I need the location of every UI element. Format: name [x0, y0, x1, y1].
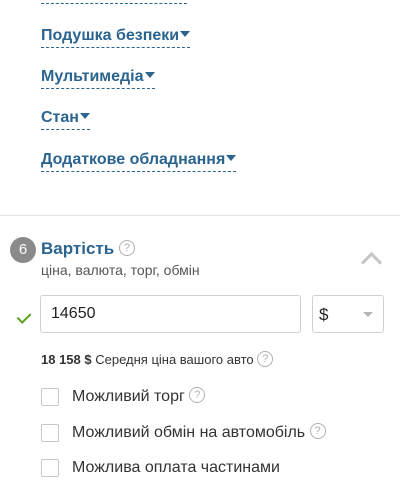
average-price-amount: 18 158 $	[41, 352, 92, 367]
help-icon[interactable]: ?	[189, 386, 206, 403]
average-price: 18 158 $ Середня ціна вашого авто ?	[41, 350, 274, 369]
dropdown-multimedia-label: Мультимедіа	[41, 68, 144, 85]
dropdown-airbags[interactable]: Подушка безпеки	[41, 26, 191, 48]
checkbox[interactable]	[41, 388, 59, 406]
average-price-text: Середня ціна вашого авто	[95, 352, 254, 367]
previous-dropdown-edge	[41, 0, 187, 4]
chevron-up-icon[interactable]	[360, 251, 383, 274]
caret-down-icon	[144, 71, 155, 78]
checkmark-icon	[16, 309, 32, 324]
section-title: Вартість ?	[41, 239, 135, 259]
chevron-down-icon	[363, 312, 373, 317]
currency-value: $	[319, 305, 329, 324]
help-icon[interactable]: ?	[309, 422, 326, 439]
checkbox-label: Можлива оплата частинами	[72, 459, 280, 476]
checkbox-label-text: Можливий обмін на автомобіль	[72, 424, 306, 441]
caret-down-icon	[180, 30, 191, 37]
help-icon[interactable]: ?	[118, 239, 135, 256]
price-input[interactable]	[40, 295, 301, 333]
dropdown-multimedia[interactable]: Мультимедіа	[41, 67, 155, 89]
checkbox[interactable]	[41, 424, 59, 442]
section-divider	[0, 215, 400, 216]
checkbox[interactable]	[41, 459, 59, 477]
caret-down-icon	[79, 112, 90, 119]
checkbox-label: Можливий обмін на автомобіль ?	[72, 422, 326, 443]
dropdown-extra-equipment[interactable]: Додаткове обладнання	[41, 150, 237, 172]
checkbox-label-text: Можливий торг	[72, 388, 185, 405]
step-number-badge: 6	[10, 237, 36, 263]
checkbox-label: Можливий торг ?	[72, 386, 206, 407]
caret-down-icon	[226, 154, 237, 161]
dropdown-airbags-label: Подушка безпеки	[41, 27, 180, 44]
dropdown-condition[interactable]: Стан	[41, 108, 90, 130]
dropdown-condition-label: Стан	[41, 109, 79, 126]
help-icon[interactable]: ?	[257, 350, 274, 367]
dropdown-extra-equipment-label: Додаткове обладнання	[41, 151, 226, 168]
currency-select[interactable]: $	[312, 295, 384, 333]
section-subtitle: ціна, валюта, торг, обмін	[41, 262, 200, 278]
section-title-text: Вартість	[41, 239, 115, 258]
